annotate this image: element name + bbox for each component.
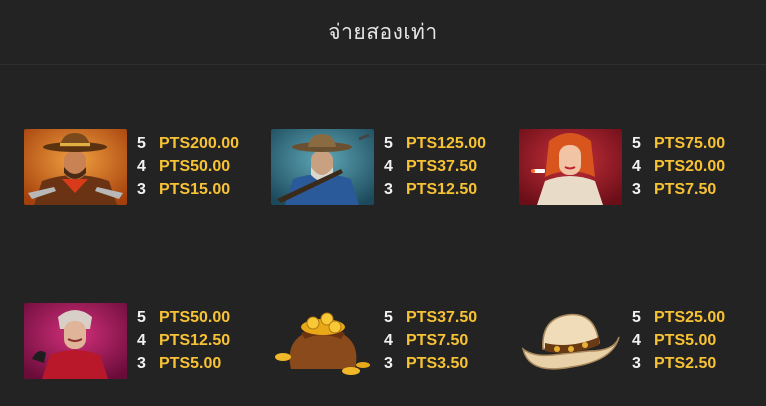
pay-value: PTS3.50 [406,355,469,372]
pay-row: 3 PTS2.50 [632,354,725,374]
paytable-values: 5 PTS200.00 4 PTS50.00 3 PTS15.00 [137,134,239,200]
match-count: 5 [632,135,641,152]
pay-row: 5 PTS50.00 [137,308,230,328]
old-prospector-icon [271,129,374,205]
pay-row: 5 PTS37.50 [384,308,477,328]
cowboy-hat-icon [519,303,622,379]
pay-value: PTS25.00 [654,309,726,326]
match-count: 3 [137,355,146,372]
match-count: 3 [384,181,393,198]
paytable-values: 5 PTS37.50 4 PTS7.50 3 PTS3.50 [384,308,477,374]
pay-row: 4 PTS37.50 [384,157,486,177]
pay-row: 5 PTS75.00 [632,134,725,154]
pay-value: PTS15.00 [159,181,231,198]
paytable-header: จ่ายสองเท่า [0,0,766,65]
pay-row: 3 PTS3.50 [384,354,477,374]
match-count: 4 [632,158,641,175]
pay-row: 5 PTS25.00 [632,308,725,328]
pay-value: PTS125.00 [406,135,487,152]
pay-value: PTS37.50 [406,309,478,326]
pay-value: PTS5.00 [159,355,222,372]
match-count: 5 [384,135,393,152]
match-count: 4 [137,332,146,349]
match-count: 5 [384,309,393,326]
match-count: 3 [384,355,393,372]
match-count: 5 [632,309,641,326]
match-count: 4 [384,332,393,349]
pay-value: PTS7.50 [406,332,469,349]
match-count: 4 [632,332,641,349]
match-count: 5 [137,135,146,152]
pay-value: PTS200.00 [159,135,240,152]
symbol-card: 5 PTS37.50 4 PTS7.50 3 PTS3.50 [271,303,477,379]
pay-value: PTS5.00 [654,332,717,349]
paytable-values: 5 PTS75.00 4 PTS20.00 3 PTS7.50 [632,134,725,200]
pay-row: 4 PTS12.50 [137,331,230,351]
match-count: 5 [137,309,146,326]
pay-row: 4 PTS5.00 [632,331,725,351]
match-count: 4 [384,158,393,175]
pay-value: PTS12.50 [159,332,231,349]
pay-row: 4 PTS50.00 [137,157,239,177]
symbol-card: 5 PTS25.00 4 PTS5.00 3 PTS2.50 [519,303,725,379]
match-count: 3 [137,181,146,198]
paytable-values: 5 PTS25.00 4 PTS5.00 3 PTS2.50 [632,308,725,374]
redhead-woman-icon [519,129,622,205]
match-count: 3 [632,355,641,372]
pay-row: 5 PTS125.00 [384,134,486,154]
pay-row: 3 PTS15.00 [137,180,239,200]
old-lady-icon [24,303,127,379]
paytable-values: 5 PTS50.00 4 PTS12.50 3 PTS5.00 [137,308,230,374]
cowboy-gunslinger-icon [24,129,127,205]
pay-row: 3 PTS5.00 [137,354,230,374]
pay-value: PTS50.00 [159,309,231,326]
pay-value: PTS75.00 [654,135,726,152]
gold-sack-icon [271,303,374,379]
symbol-card: 5 PTS50.00 4 PTS12.50 3 PTS5.00 [24,303,230,379]
match-count: 3 [632,181,641,198]
pay-value: PTS50.00 [159,158,231,175]
pay-value: PTS7.50 [654,181,717,198]
paytable-values: 5 PTS125.00 4 PTS37.50 3 PTS12.50 [384,134,486,200]
pay-row: 5 PTS200.00 [137,134,239,154]
page-title: จ่ายสองเท่า [328,20,438,44]
pay-row: 4 PTS20.00 [632,157,725,177]
pay-row: 3 PTS12.50 [384,180,486,200]
pay-value: PTS2.50 [654,355,717,372]
pay-value: PTS12.50 [406,181,478,198]
symbol-card: 5 PTS75.00 4 PTS20.00 3 PTS7.50 [519,129,725,205]
symbol-card: 5 PTS200.00 4 PTS50.00 3 PTS15.00 [24,129,239,205]
pay-row: 3 PTS7.50 [632,180,725,200]
pay-value: PTS20.00 [654,158,726,175]
symbol-card: 5 PTS125.00 4 PTS37.50 3 PTS12.50 [271,129,486,205]
match-count: 4 [137,158,146,175]
pay-row: 4 PTS7.50 [384,331,477,351]
pay-value: PTS37.50 [406,158,478,175]
